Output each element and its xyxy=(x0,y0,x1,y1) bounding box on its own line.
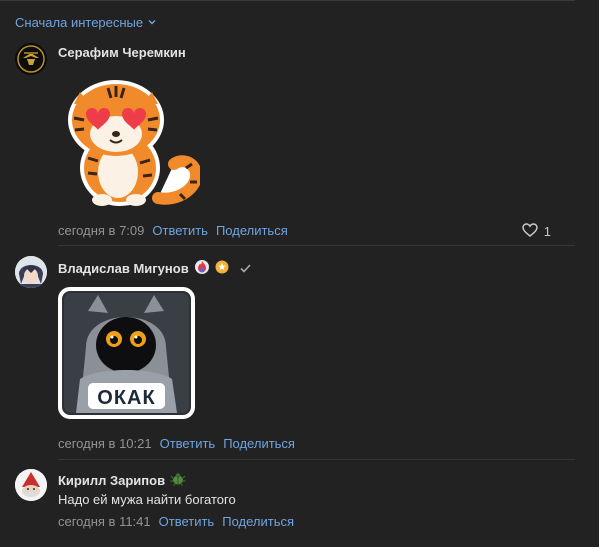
tiger-heart-eyes-sticker[interactable] xyxy=(58,78,203,210)
like-count: 1 xyxy=(543,224,551,239)
comment-author[interactable]: Кирилл Зарипов xyxy=(58,472,186,489)
comment-text: Надо ей мужа найти богатого xyxy=(58,492,236,507)
share-button[interactable]: Поделиться xyxy=(222,514,294,529)
comment-meta: сегодня в 11:41 Ответить Поделиться xyxy=(58,514,294,529)
comment-meta: сегодня в 10:21 Ответить Поделиться xyxy=(58,436,295,451)
like-button[interactable]: 1 xyxy=(522,223,551,240)
comment-meta: сегодня в 7:09 Ответить Поделиться xyxy=(58,223,288,238)
share-button[interactable]: Поделиться xyxy=(216,223,288,238)
comment-time[interactable]: сегодня в 7:09 xyxy=(58,223,144,238)
comment-divider xyxy=(58,459,575,460)
top-divider xyxy=(0,0,575,1)
avatar[interactable] xyxy=(15,256,47,288)
sort-dropdown[interactable]: Сначала интересные xyxy=(15,15,157,30)
reply-button[interactable]: Ответить xyxy=(160,436,216,451)
chevron-down-icon xyxy=(147,15,157,30)
reply-button[interactable]: Ответить xyxy=(159,514,215,529)
comment-time[interactable]: сегодня в 11:41 xyxy=(58,514,151,529)
reply-button[interactable]: Ответить xyxy=(152,223,208,238)
sticker-caption: ОКАК xyxy=(97,387,155,409)
comment-time[interactable]: сегодня в 10:21 xyxy=(58,436,152,451)
avatar[interactable] xyxy=(15,43,47,75)
comment-author[interactable]: Серафим Черемкин xyxy=(58,45,186,60)
sort-label: Сначала интересные xyxy=(15,15,144,30)
okak-cat-sticker[interactable]: ОКАК xyxy=(58,287,195,419)
check-icon xyxy=(240,261,251,276)
comment-author[interactable]: Владислав Мигунов xyxy=(58,259,251,278)
fire-badge-icon xyxy=(194,259,210,278)
star-badge-icon xyxy=(215,260,229,277)
heart-icon xyxy=(522,223,538,240)
avatar[interactable] xyxy=(15,469,47,501)
comment-divider xyxy=(58,245,575,246)
bug-badge-icon xyxy=(170,472,186,489)
share-button[interactable]: Поделиться xyxy=(223,436,295,451)
